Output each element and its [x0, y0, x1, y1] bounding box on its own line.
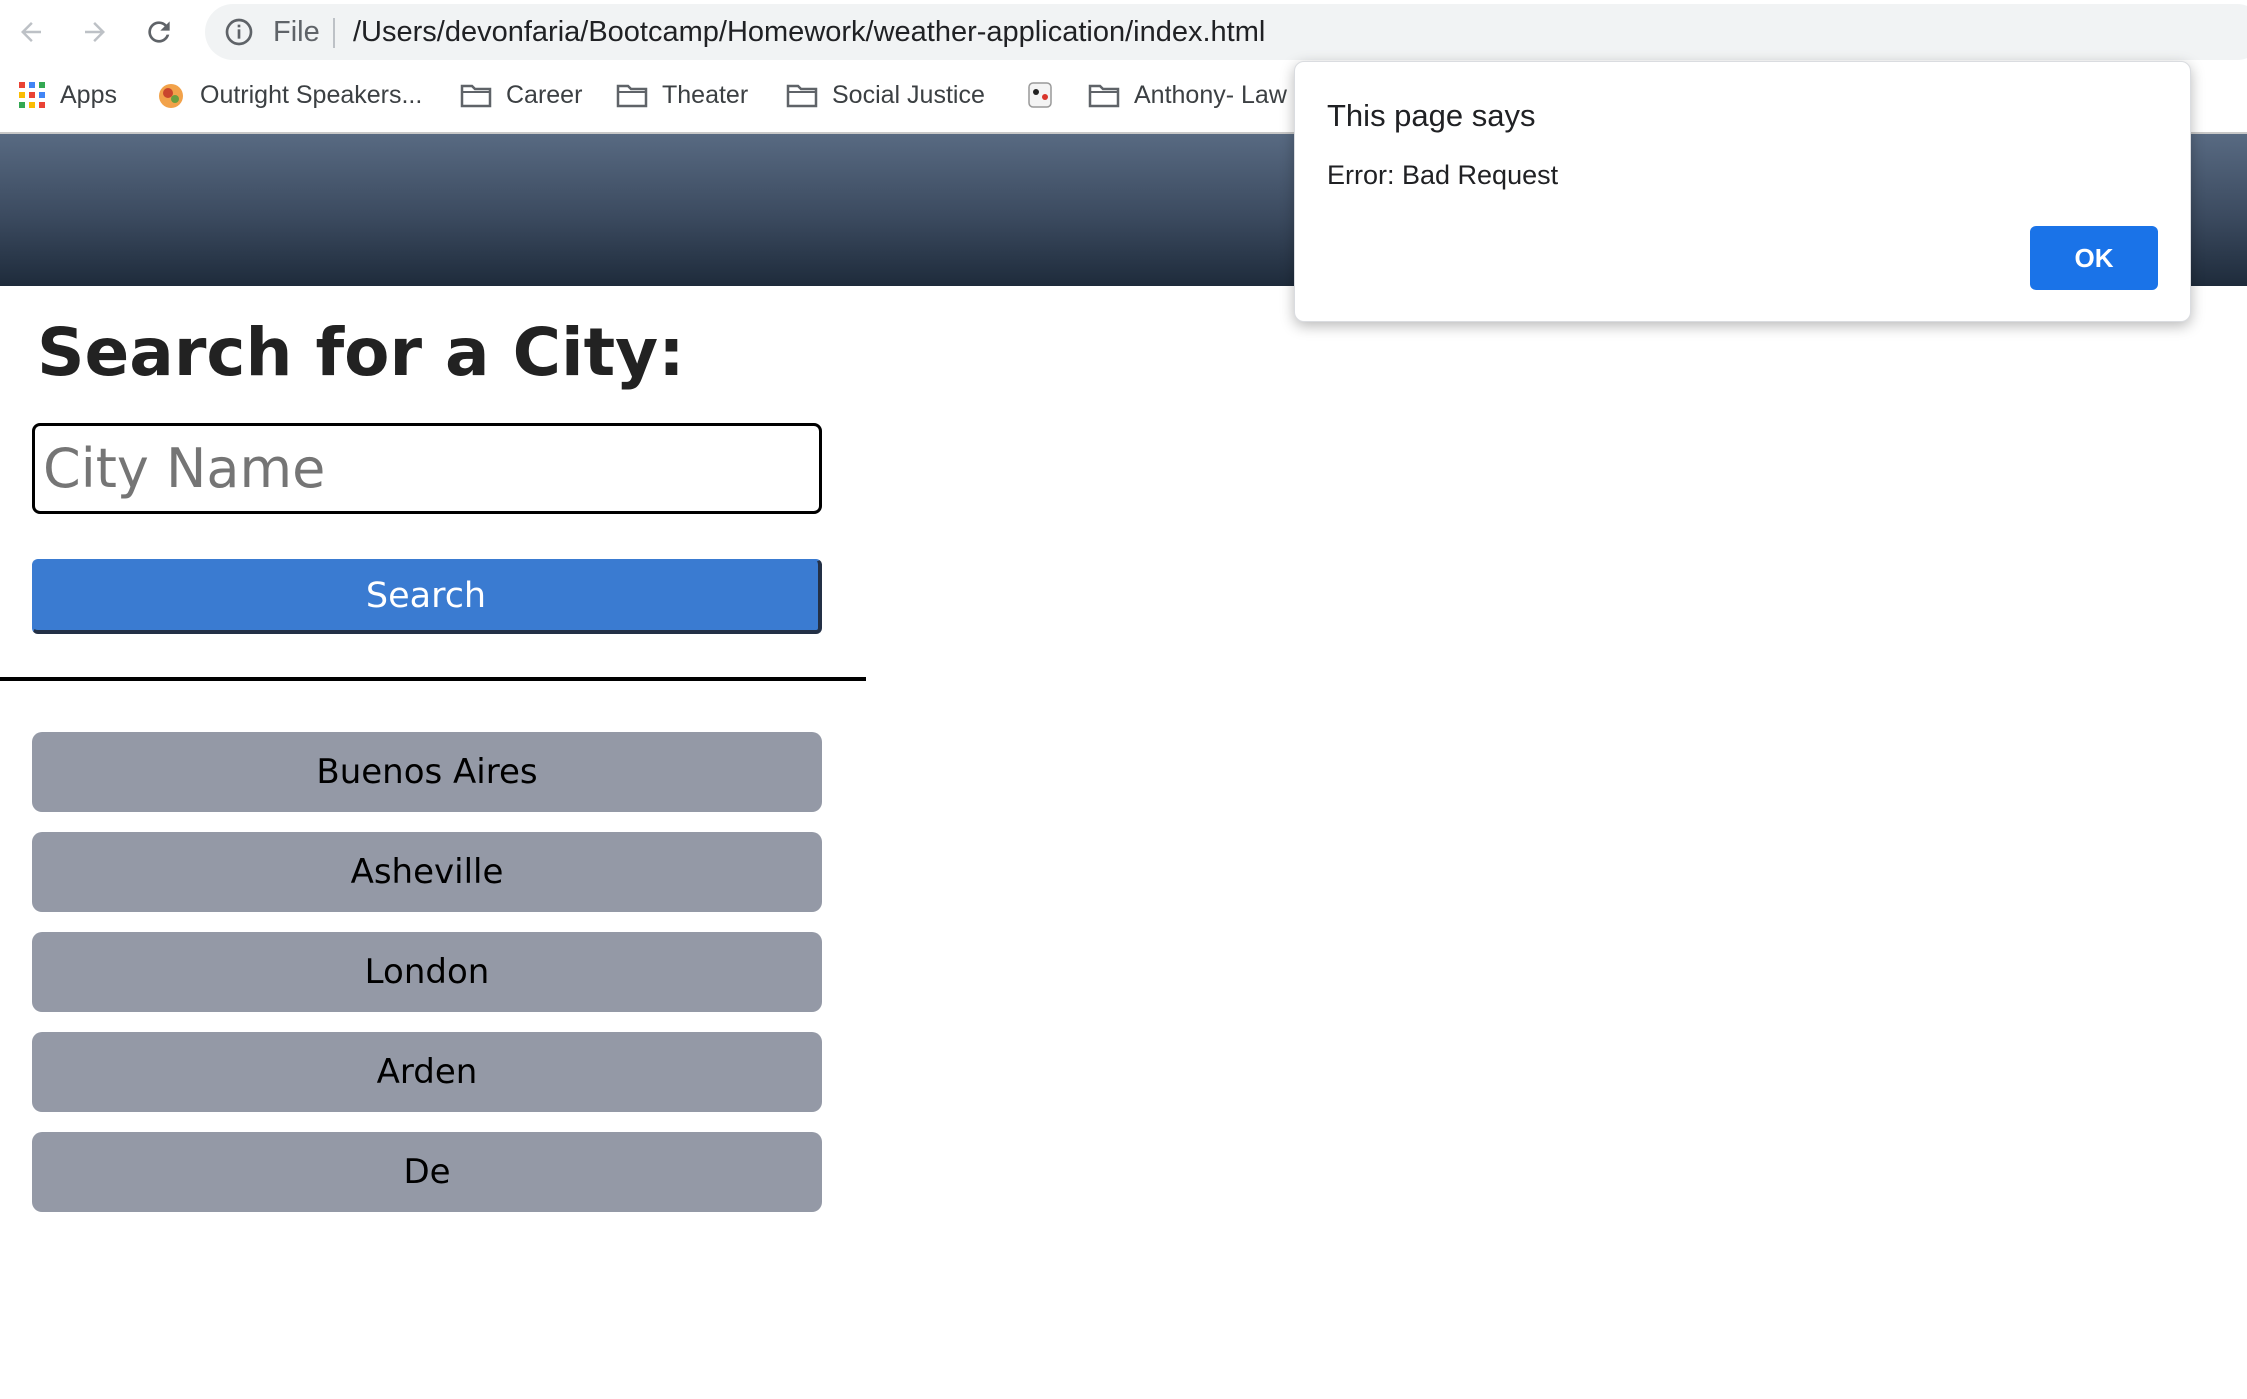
- dialog-title: This page says: [1327, 98, 1536, 133]
- search-history-list: Buenos Aires Asheville London Arden De: [32, 732, 822, 1232]
- folder-icon: [786, 84, 818, 108]
- dialog-message: Error: Bad Request: [1327, 160, 1559, 190]
- bookmark-site[interactable]: [1024, 64, 1070, 126]
- history-city-button[interactable]: De: [32, 1132, 822, 1212]
- reload-button[interactable]: [136, 9, 182, 55]
- bookmark-social-justice[interactable]: Social Justice: [786, 64, 985, 126]
- bookmark-theater[interactable]: Theater: [616, 64, 748, 126]
- history-city-button[interactable]: Arden: [32, 1032, 822, 1112]
- bookmark-label: Anthony- Law: [1134, 80, 1287, 109]
- address-separator: [333, 18, 335, 48]
- reload-icon: [148, 21, 170, 43]
- folder-icon: [460, 84, 492, 108]
- bookmark-career[interactable]: Career: [460, 64, 582, 126]
- browser-toolbar: File /Users/devonfaria/Bootcamp/Homework…: [0, 0, 2247, 64]
- folder-icon: [1088, 84, 1120, 108]
- site-favicon: [159, 84, 183, 108]
- site-favicon: [1028, 82, 1052, 108]
- bookmark-label: Career: [506, 80, 583, 109]
- forward-button[interactable]: [72, 9, 118, 55]
- arrow-left-icon: [21, 22, 41, 42]
- search-button[interactable]: Search: [32, 559, 822, 634]
- back-button[interactable]: [8, 9, 54, 55]
- address-bar[interactable]: File /Users/devonfaria/Bootcamp/Homework…: [205, 4, 2247, 60]
- history-city-button[interactable]: London: [32, 932, 822, 1012]
- address-url[interactable]: /Users/devonfaria/Bootcamp/Homework/weat…: [353, 4, 1265, 60]
- page-title: Search for a City:: [37, 314, 685, 391]
- bookmark-label: Apps: [60, 80, 117, 109]
- apps-grid-icon: [19, 82, 45, 108]
- bookmark-label: Theater: [662, 80, 749, 109]
- ok-button[interactable]: OK: [2030, 226, 2158, 290]
- history-city-button[interactable]: Buenos Aires: [32, 732, 822, 812]
- bookmark-apps[interactable]: Apps: [18, 64, 117, 126]
- bookmark-anthony-law[interactable]: Anthony- Law: [1088, 64, 1287, 126]
- bookmark-outright-speakers[interactable]: Outright Speakers...: [156, 64, 422, 126]
- section-divider: [0, 677, 866, 681]
- bookmark-label: Outright Speakers...: [200, 80, 423, 109]
- bookmark-label: Social Justice: [832, 80, 985, 109]
- history-city-button[interactable]: Asheville: [32, 832, 822, 912]
- info-icon[interactable]: [223, 16, 255, 48]
- address-scheme: File: [273, 16, 320, 48]
- city-search-input[interactable]: [32, 423, 822, 514]
- alert-dialog: This page says Error: Bad Request OK: [1294, 61, 2191, 322]
- folder-icon: [616, 84, 648, 108]
- arrow-right-icon: [85, 22, 105, 42]
